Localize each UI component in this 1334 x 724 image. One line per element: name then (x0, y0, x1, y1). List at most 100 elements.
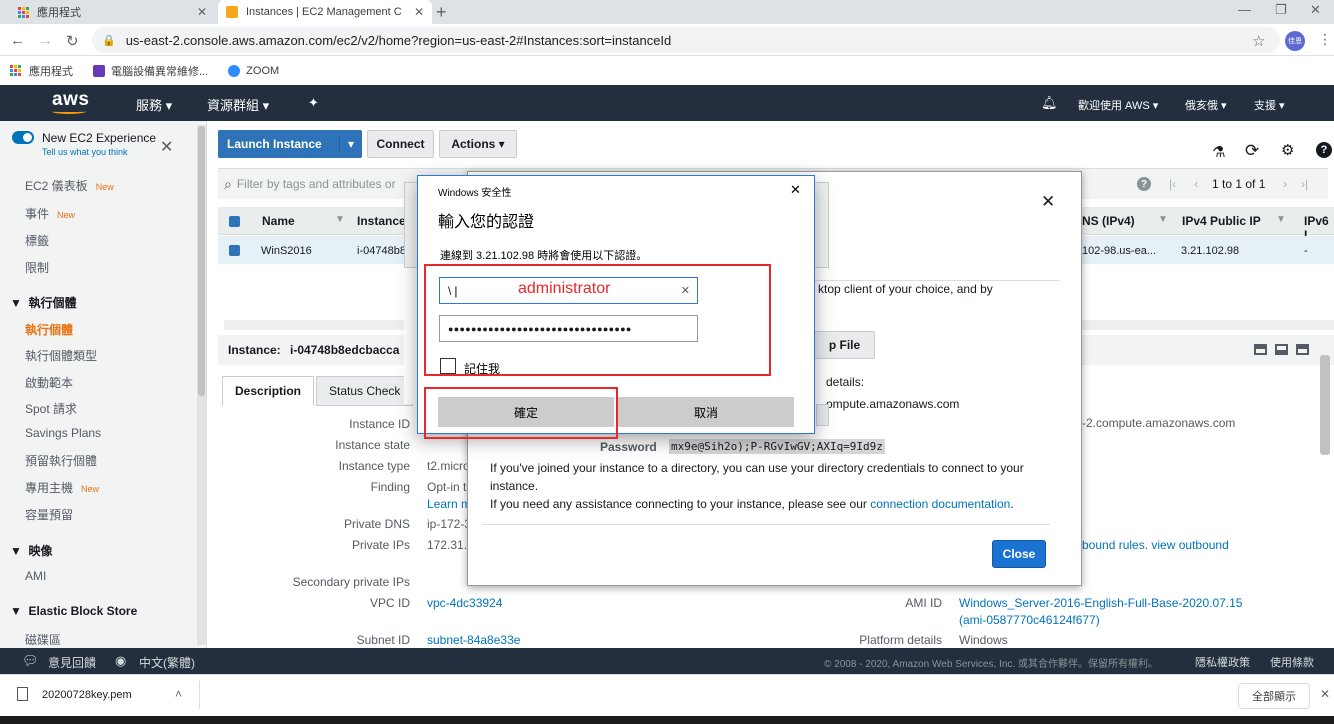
help-icon[interactable]: ? (1316, 142, 1332, 158)
sidebar-section-instances[interactable]: ▼ 執行個體 (10, 294, 77, 311)
subnet-link[interactable]: subnet-84a8e33e (427, 633, 520, 647)
profile-avatar[interactable]: 佳恩 (1285, 31, 1305, 51)
reload-icon[interactable]: ↻ (66, 32, 79, 50)
layout-icon[interactable] (1275, 344, 1288, 355)
services-menu[interactable]: 服務 ▾ (136, 95, 172, 114)
download-filename[interactable]: 20200728key.pem (42, 689, 132, 701)
menu-icon[interactable]: ⋮ (1318, 31, 1332, 48)
sidebar-item-savings-plans[interactable]: Savings Plans (25, 426, 101, 440)
sort-icon[interactable]: ▼ (1158, 214, 1168, 225)
terms-link[interactable]: 使用條款 (1270, 654, 1314, 670)
filter-placeholder: Filter by tags and attributes or (236, 177, 396, 191)
help-icon[interactable]: ? (1137, 177, 1151, 191)
refresh-icon[interactable]: ⟳ (1245, 141, 1259, 161)
launch-instance-button[interactable]: Launch Instance ▾ (218, 130, 362, 158)
connect-button[interactable]: Connect (367, 130, 434, 158)
sidebar-item-spot-requests[interactable]: Spot 請求 (25, 400, 77, 417)
actions-button[interactable]: Actions ▾ (439, 130, 517, 158)
download-rdp-file-button[interactable]: p File (814, 331, 875, 359)
sidebar-scrollbar-thumb[interactable] (198, 126, 205, 396)
minimize-icon[interactable]: — (1238, 2, 1251, 17)
sort-icon[interactable]: ▼ (335, 214, 345, 225)
maximize-icon[interactable]: ❐ (1275, 2, 1287, 18)
column-header-public-ip[interactable]: IPv4 Public IP (1182, 214, 1261, 228)
learn-more-link[interactable]: Learn m (427, 497, 471, 511)
aws-logo[interactable]: aws (52, 89, 89, 111)
sort-icon[interactable]: ▼ (1276, 214, 1286, 225)
bookmark-zoom[interactable]: ZOOM (228, 64, 279, 77)
password-value[interactable]: mx9e@Sih2o);P-RGvIwGV;AXIq=9Id9z (669, 439, 885, 454)
account-menu[interactable]: 歡迎使用 AWS ▾ (1078, 97, 1158, 113)
column-header-name[interactable]: Name (262, 214, 295, 228)
flask-icon[interactable]: ⚗ (1212, 143, 1225, 161)
resource-groups-menu[interactable]: 資源群組 ▾ (207, 95, 269, 114)
details-scrollbar[interactable] (1320, 355, 1330, 455)
privacy-link[interactable]: 隱私權政策 (1195, 654, 1250, 670)
row-checkbox[interactable] (229, 245, 240, 256)
sidebar-item-launch-templates[interactable]: 啟動範本 (25, 374, 73, 391)
last-page-icon[interactable]: ›| (1301, 177, 1308, 191)
sidebar-item-tags[interactable]: 標籤 (25, 232, 49, 249)
back-icon[interactable]: ← (10, 32, 25, 49)
account-label: 歡迎使用 AWS (1078, 100, 1150, 112)
sidebar-item-dashboard[interactable]: EC2 儀表板 New (25, 177, 114, 194)
outbound-rules-link[interactable]: bound rules. view outbound (1082, 538, 1229, 552)
bookmark-repair[interactable]: 電腦設備異常維修... (93, 63, 208, 79)
bookmark-apps[interactable]: 應用程式 (10, 63, 73, 79)
sidebar-item-instances[interactable]: 執行個體 (25, 321, 73, 338)
sidebar-item-instance-types[interactable]: 執行個體類型 (25, 347, 97, 364)
bookmark-label: 電腦設備異常維修... (111, 65, 209, 78)
region-menu[interactable]: 俄亥俄 ▾ (1185, 97, 1227, 113)
sidebar-item-dedicated-hosts[interactable]: 專用主機 New (25, 479, 99, 496)
chevron-up-icon[interactable]: ˄ (175, 687, 182, 701)
pin-icon[interactable]: ✦ (308, 95, 319, 111)
column-header-instance[interactable]: Instance (357, 214, 406, 228)
vpc-link[interactable]: vpc-4dc33924 (427, 596, 502, 610)
bell-icon[interactable]: 🔔︎ (1041, 95, 1058, 111)
feedback-link[interactable]: Tell us what you think (42, 147, 128, 157)
new-experience-toggle[interactable] (12, 131, 34, 144)
layout-icon[interactable] (1254, 344, 1267, 355)
close-tab-icon[interactable]: ✕ (197, 5, 207, 19)
ami-id-link[interactable]: (ami-0587770c46124f677) (959, 613, 1100, 627)
column-header-dns[interactable]: NS (IPv4) (1082, 214, 1135, 228)
close-icon[interactable]: ✕ (1041, 192, 1055, 212)
sidebar-item-ami[interactable]: AMI (25, 569, 46, 583)
close-window-icon[interactable]: ✕ (1310, 2, 1321, 18)
url-input[interactable]: 🔒 us-east-2.console.aws.amazon.com/ec2/v… (92, 27, 1280, 53)
close-icon[interactable]: ✕ (790, 182, 801, 198)
language-selector[interactable]: 中文(繁體) (139, 654, 195, 671)
layout-icon[interactable] (1296, 344, 1309, 355)
sidebar-item-events[interactable]: 事件 New (25, 205, 75, 222)
ami-link[interactable]: Windows_Server-2016-English-Full-Base-20… (959, 596, 1242, 610)
sidebar-item-capacity-reservations[interactable]: 容量預留 (25, 506, 73, 523)
close-icon[interactable]: ✕ (160, 137, 173, 157)
close-button[interactable]: Close (992, 540, 1046, 568)
select-all-checkbox[interactable] (229, 216, 240, 227)
new-tab-icon[interactable]: + (436, 2, 447, 23)
first-page-icon[interactable]: |‹ (1169, 177, 1176, 191)
connection-documentation-link[interactable]: connection documentation (870, 497, 1010, 511)
cancel-button[interactable]: 取消 (618, 397, 794, 427)
gear-icon[interactable]: ⚙ (1281, 141, 1294, 159)
tab-status-check[interactable]: Status Check (316, 376, 414, 406)
sidebar-section-ebs[interactable]: ▼ Elastic Block Store (10, 604, 137, 618)
sidebar-section-images[interactable]: ▼ 映像 (10, 542, 53, 559)
chevron-down-icon[interactable]: ▾ (338, 137, 354, 151)
support-menu[interactable]: 支援 ▾ (1254, 97, 1285, 113)
detail-key: VPC ID (369, 596, 410, 610)
sidebar-item-reserved-instances[interactable]: 預留執行個體 (25, 452, 97, 469)
next-page-icon[interactable]: › (1283, 176, 1287, 191)
forward-icon[interactable]: → (38, 32, 53, 49)
close-icon[interactable]: ✕ (1320, 687, 1330, 701)
bookmark-star-icon[interactable]: ☆ (1252, 32, 1265, 50)
sidebar-item-volumes[interactable]: 磁碟區 (25, 631, 61, 645)
show-all-button[interactable]: 全部顯示 (1238, 683, 1310, 709)
tab-apps[interactable]: 應用程式 ✕ (10, 0, 215, 24)
feedback-link[interactable]: 意見回饋 (48, 654, 96, 671)
sidebar-item-limits[interactable]: 限制 (25, 259, 49, 276)
prev-page-icon[interactable]: ‹ (1194, 176, 1198, 191)
tab-ec2-instances[interactable]: Instances | EC2 Management C ✕ (218, 0, 432, 24)
close-tab-icon[interactable]: ✕ (414, 5, 424, 19)
tab-description[interactable]: Description (222, 376, 315, 406)
